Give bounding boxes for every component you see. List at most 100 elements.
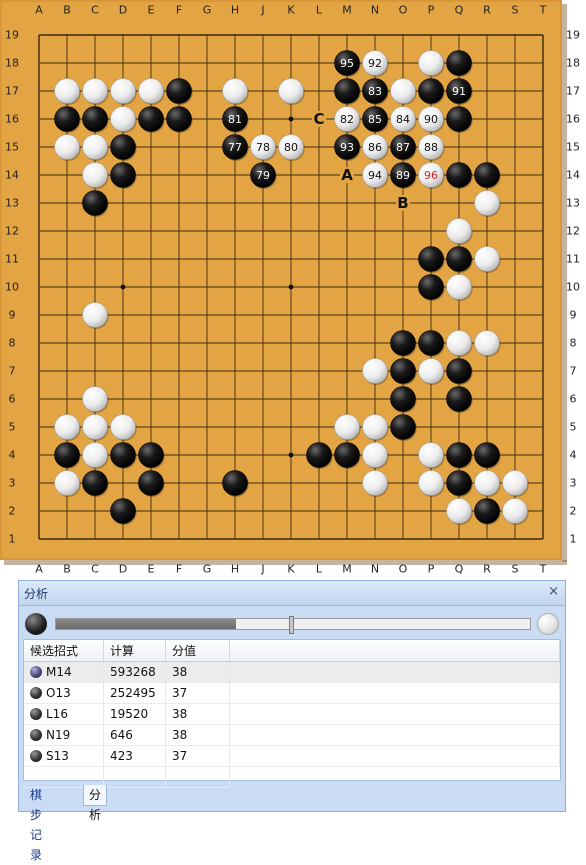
black-stone[interactable] [222, 470, 248, 496]
tab-move-record[interactable]: 棋步记录 [25, 785, 47, 862]
table-row[interactable]: N19 646 38 [24, 725, 560, 746]
black-stone[interactable] [418, 78, 444, 104]
white-stone[interactable] [278, 78, 304, 104]
black-stone[interactable] [474, 442, 500, 468]
white-stone[interactable] [82, 302, 108, 328]
white-stone[interactable] [390, 78, 416, 104]
white-stone[interactable] [110, 414, 136, 440]
white-stone[interactable] [82, 134, 108, 160]
black-stone[interactable] [54, 106, 80, 132]
black-stone[interactable] [82, 470, 108, 496]
white-stone[interactable] [474, 330, 500, 356]
close-icon[interactable]: × [548, 584, 559, 599]
column-header-score[interactable]: 分值 [166, 640, 230, 662]
move-label: N19 [46, 728, 71, 742]
white-stone[interactable] [446, 330, 472, 356]
white-stone[interactable] [334, 414, 360, 440]
black-stone[interactable] [474, 162, 500, 188]
white-stone[interactable] [54, 470, 80, 496]
black-stone[interactable] [446, 358, 472, 384]
black-stone-icon [30, 708, 42, 720]
black-stone[interactable] [390, 414, 416, 440]
white-stone[interactable] [82, 78, 108, 104]
black-stone[interactable] [390, 330, 416, 356]
black-stone[interactable] [306, 442, 332, 468]
black-stone[interactable] [166, 78, 192, 104]
black-stone[interactable] [166, 106, 192, 132]
black-stone[interactable] [446, 106, 472, 132]
table-row[interactable]: S13 423 37 [24, 746, 560, 767]
white-stone[interactable] [138, 78, 164, 104]
white-stone[interactable] [82, 162, 108, 188]
black-stone[interactable] [446, 50, 472, 76]
column-label: D [119, 563, 127, 576]
white-stone[interactable] [474, 246, 500, 272]
white-stone[interactable] [362, 442, 388, 468]
white-stone[interactable] [474, 190, 500, 216]
white-stone[interactable] [446, 274, 472, 300]
black-stone[interactable] [82, 190, 108, 216]
white-stone[interactable] [418, 442, 444, 468]
stone-move-number: 89 [396, 169, 410, 182]
white-stone[interactable] [82, 414, 108, 440]
black-stone[interactable] [138, 470, 164, 496]
win-rate-slider [23, 611, 561, 637]
column-label: A [35, 4, 43, 17]
column-header-move[interactable]: 候选招式 [24, 640, 104, 662]
black-stone[interactable] [446, 442, 472, 468]
black-stone[interactable] [418, 246, 444, 272]
table-row[interactable]: O13 252495 37 [24, 683, 560, 704]
black-stone[interactable] [138, 442, 164, 468]
black-stone[interactable] [446, 470, 472, 496]
white-stone[interactable] [418, 50, 444, 76]
black-stone[interactable] [418, 330, 444, 356]
tab-analysis[interactable]: 分析 [83, 785, 108, 822]
black-stone[interactable] [110, 162, 136, 188]
black-stone-icon [30, 666, 42, 678]
white-stone[interactable] [54, 414, 80, 440]
white-stone[interactable] [418, 358, 444, 384]
white-stone[interactable] [474, 470, 500, 496]
black-stone[interactable] [54, 442, 80, 468]
table-row[interactable]: M14 593268 38 [24, 662, 560, 683]
white-stone[interactable] [110, 78, 136, 104]
white-stone[interactable] [110, 106, 136, 132]
white-stone[interactable] [502, 498, 528, 524]
white-stone[interactable] [82, 386, 108, 412]
white-stone[interactable] [54, 134, 80, 160]
white-stone[interactable] [82, 442, 108, 468]
table-row[interactable]: L16 19520 38 [24, 704, 560, 725]
black-stone[interactable] [446, 162, 472, 188]
white-stone[interactable] [446, 218, 472, 244]
black-stone[interactable] [390, 386, 416, 412]
white-stone[interactable] [418, 470, 444, 496]
black-stone[interactable] [110, 442, 136, 468]
column-label: F [176, 563, 182, 576]
white-stone[interactable] [362, 358, 388, 384]
white-stone[interactable] [362, 414, 388, 440]
white-stone[interactable] [362, 470, 388, 496]
black-stone[interactable] [110, 134, 136, 160]
black-stone[interactable] [474, 498, 500, 524]
white-stone[interactable] [446, 498, 472, 524]
white-stone[interactable] [54, 78, 80, 104]
black-stone[interactable] [446, 386, 472, 412]
black-stone[interactable] [418, 274, 444, 300]
column-header-count[interactable]: 计算 [104, 640, 166, 662]
black-stone[interactable] [82, 106, 108, 132]
row-label: 12 [5, 225, 19, 238]
black-stone[interactable] [446, 246, 472, 272]
black-stone[interactable] [334, 78, 360, 104]
move-cell: O13 [24, 683, 104, 704]
black-stone[interactable] [138, 106, 164, 132]
black-stone[interactable] [390, 358, 416, 384]
win-rate-knob[interactable] [288, 616, 294, 634]
white-stone[interactable] [502, 470, 528, 496]
black-stone[interactable] [110, 498, 136, 524]
go-board[interactable]: AABBCCDDEEFFGGHHJJKKLLMMNNOOPPQQRRSSTT19… [0, 0, 586, 575]
white-stone[interactable] [222, 78, 248, 104]
black-stone[interactable] [334, 442, 360, 468]
column-label: J [260, 563, 264, 576]
star-point [288, 116, 294, 122]
row-label: 17 [5, 85, 19, 98]
